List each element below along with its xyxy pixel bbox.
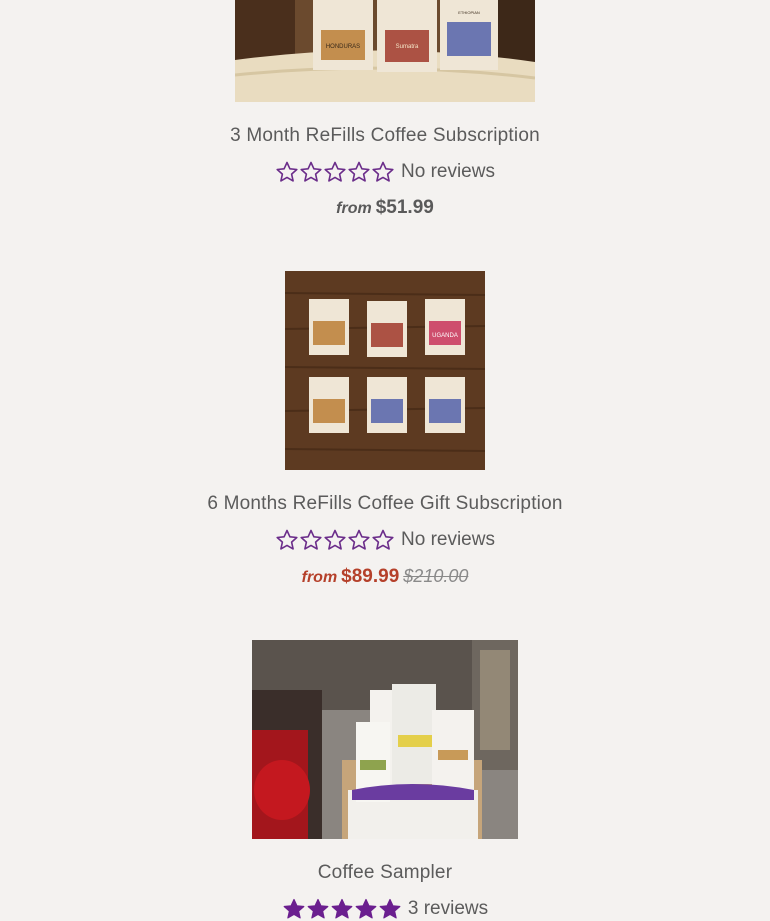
product-image-link[interactable] (252, 640, 518, 839)
reviews-count: No reviews (401, 529, 495, 550)
star-filled-icon (283, 898, 305, 919)
product-price: from $51.99 (0, 196, 770, 221)
star-outline-icon (276, 161, 298, 182)
star-filled-icon (331, 898, 353, 919)
svg-text:Sumatra: Sumatra (396, 44, 419, 50)
reviews-count: 3 reviews (407, 898, 489, 919)
star-outline-icon (348, 161, 370, 182)
product-title[interactable]: 6 Months ReFills Coffee Gift Subscriptio… (0, 492, 770, 516)
six-coffee-bags-on-wood-image: UGANDA (285, 271, 485, 470)
coffee-sampler-box-image (252, 640, 518, 839)
price-amount: $51.99 (375, 197, 434, 218)
compare-at-price: $210.00 (403, 566, 469, 586)
coffee-bags-on-burlap-image: HONDURAS Sumatra ETHIOPIAN (235, 0, 535, 102)
price-prefix: from (336, 200, 372, 217)
price-prefix: from (301, 569, 338, 586)
product-rating[interactable]: No reviews (0, 528, 770, 552)
svg-text:HONDURAS: HONDURAS (326, 44, 360, 50)
star-outline-icon (300, 529, 322, 550)
star-filled-icon (355, 898, 377, 919)
price-amount: $89.99 (341, 566, 400, 587)
star-filled-icon (307, 898, 329, 919)
star-outline-icon (372, 161, 394, 182)
product-card: HONDURAS Sumatra ETHIOPIAN 3 Month ReFil… (0, 0, 770, 221)
product-image-link[interactable]: HONDURAS Sumatra ETHIOPIAN (235, 0, 535, 102)
star-outline-icon (300, 161, 322, 182)
star-filled-icon (379, 898, 401, 919)
star-rating (282, 897, 402, 921)
svg-text:ETHIOPIAN: ETHIOPIAN (458, 10, 480, 15)
star-outline-icon (324, 529, 346, 550)
product-rating[interactable]: No reviews (0, 160, 770, 184)
product-title[interactable]: Coffee Sampler (0, 861, 770, 885)
product-price: from $89.99 $210.00 (0, 564, 770, 590)
star-outline-icon (372, 529, 394, 550)
product-title[interactable]: 3 Month ReFills Coffee Subscription (0, 124, 770, 148)
star-rating (275, 528, 395, 552)
product-card: UGANDA 6 Months ReFills Coffee Gift Subs… (0, 271, 770, 590)
product-card: Coffee Sampler 3 reviews (0, 640, 770, 921)
star-outline-icon (348, 529, 370, 550)
star-rating (275, 160, 395, 184)
product-rating[interactable]: 3 reviews (0, 897, 770, 921)
star-outline-icon (324, 161, 346, 182)
star-outline-icon (276, 529, 298, 550)
reviews-count: No reviews (401, 161, 495, 182)
svg-text:UGANDA: UGANDA (432, 333, 458, 339)
product-image-link[interactable]: UGANDA (285, 271, 485, 470)
